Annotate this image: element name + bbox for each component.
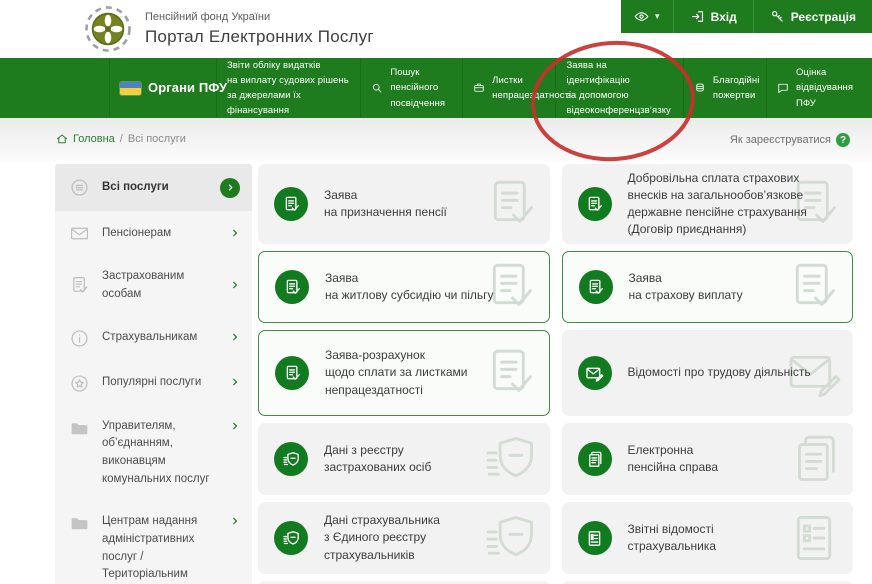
briefcase-icon bbox=[473, 82, 485, 94]
nav-item-visit-rating[interactable]: Оцінка відвідування ПФУ bbox=[767, 58, 872, 118]
card-housing-subsidy-application[interactable]: Заява на житлову субсидію чи пільгу bbox=[258, 251, 550, 323]
chevron-right-icon bbox=[230, 418, 240, 436]
chevron-right-icon bbox=[220, 178, 240, 198]
nav-item-sick-leave[interactable]: Листки непрацездатності bbox=[463, 58, 556, 118]
card-employment-information[interactable]: Відомості про трудову діяльність bbox=[562, 330, 854, 416]
chevron-right-icon bbox=[230, 225, 240, 243]
card-insurer-registry-data[interactable]: Дані страхувальника з Єдиного реєстру ст… bbox=[258, 502, 550, 574]
nav-item-expense-reports[interactable]: Звіти обліку видатків на виплату судових… bbox=[217, 58, 361, 118]
chevron-right-icon bbox=[230, 277, 240, 295]
breadcrumb: Головна / Всі послуги bbox=[56, 133, 186, 145]
document-check-icon bbox=[275, 270, 309, 304]
breadcrumb-bar: Головна / Всі послуги Як зареєструватися… bbox=[0, 118, 872, 162]
document-check-icon bbox=[578, 187, 612, 221]
card-insurer-report-information[interactable]: Звітні відомості страхувальника bbox=[562, 502, 854, 574]
sidebar-item-utility-managers[interactable]: Управителям, об’єднанням, виконавцям ком… bbox=[55, 406, 252, 501]
home-icon bbox=[56, 133, 68, 145]
document-check-icon bbox=[274, 187, 308, 221]
header: Пенсійний фонд України Портал Електронни… bbox=[0, 0, 872, 58]
search-icon bbox=[371, 82, 383, 94]
login-icon bbox=[690, 9, 705, 24]
folder-icon bbox=[69, 418, 90, 439]
breadcrumb-current: Всі послуги bbox=[128, 133, 186, 145]
login-label: Вхід bbox=[711, 10, 737, 24]
donation-icon bbox=[694, 82, 706, 94]
info-circle-icon bbox=[69, 328, 90, 349]
nav-item-pension-certificate-search[interactable]: Пошук пенсійного посвідчення bbox=[361, 58, 463, 118]
chevron-right-icon bbox=[230, 374, 240, 392]
card-insured-persons-registry-data[interactable]: Дані з реєстру застрахованих осіб bbox=[258, 423, 550, 495]
how-to-register-link[interactable]: Як зареєструватися ? bbox=[730, 133, 850, 147]
chevron-right-icon bbox=[230, 513, 240, 531]
document-check-icon bbox=[275, 356, 309, 390]
shield-icon bbox=[274, 442, 308, 476]
org-name: Пенсійний фонд України bbox=[145, 11, 270, 23]
card-electronic-pension-file[interactable]: Електронна пенсійна справа bbox=[562, 423, 854, 495]
sidebar-item-pensioners[interactable]: Пенсіонерам bbox=[55, 211, 252, 256]
sidebar-item-insured-persons[interactable]: Застрахованим особам bbox=[55, 256, 252, 316]
document-stack-icon bbox=[578, 442, 612, 476]
document-check-icon bbox=[69, 275, 90, 296]
nav-item-video-identification[interactable]: Заява на ідентифікацію за допомогою віде… bbox=[556, 58, 683, 118]
eye-icon bbox=[634, 9, 649, 24]
card-sick-leave-calculation[interactable]: Заява-розрахунок щодо сплати за листками… bbox=[258, 330, 550, 416]
document-check-watermark-icon bbox=[482, 175, 540, 233]
chevron-right-icon bbox=[230, 329, 240, 347]
shield-icon bbox=[274, 521, 308, 555]
sidebar-item-insurers[interactable]: Страхувальникам bbox=[55, 316, 252, 361]
main-nav: Органи ПФУ Звіти обліку видатків на випл… bbox=[0, 58, 872, 118]
nav-spacer bbox=[0, 58, 110, 118]
card-pension-application[interactable]: Заява на призначення пенсії bbox=[258, 164, 550, 244]
register-label: Реєстрація bbox=[791, 10, 856, 24]
document-list-icon bbox=[578, 521, 612, 555]
document-check-icon bbox=[579, 270, 613, 304]
document-stack-watermark-icon bbox=[785, 430, 843, 488]
chevron-down-icon: ▾ bbox=[655, 12, 660, 21]
breadcrumb-separator: / bbox=[120, 133, 123, 145]
card-voluntary-insurance-payment[interactable]: Добровільна сплата страхових внесків на … bbox=[562, 164, 854, 244]
mail-edit-icon bbox=[578, 356, 612, 390]
folder-icon bbox=[69, 513, 90, 534]
card-insurance-payout-application[interactable]: Заява на страхову виплату bbox=[562, 251, 854, 323]
sidebar-item-admin-service-centers[interactable]: Центрам надання адміністративних послуг … bbox=[55, 501, 252, 584]
sidebar-item-all-services[interactable]: Всі послуги bbox=[55, 164, 252, 211]
question-icon: ? bbox=[836, 133, 850, 147]
document-list-watermark-icon bbox=[785, 509, 843, 567]
pension-fund-portal-page: Пенсійний фонд України Портал Електронни… bbox=[0, 0, 872, 584]
shield-watermark-icon bbox=[482, 509, 540, 567]
register-button[interactable]: Реєстрація bbox=[753, 0, 872, 33]
envelope-icon bbox=[69, 223, 90, 244]
login-button[interactable]: Вхід bbox=[673, 0, 753, 33]
star-circle-icon bbox=[69, 373, 90, 394]
how-to-register-label: Як зареєструватися bbox=[730, 134, 831, 146]
list-circle-icon bbox=[69, 177, 90, 198]
pension-fund-logo bbox=[84, 5, 132, 53]
document-check-watermark-icon bbox=[784, 258, 842, 316]
nav-item-charity-donations[interactable]: Благодійні пожертви bbox=[684, 58, 767, 118]
page-title: Портал Електронних Послуг bbox=[145, 27, 374, 47]
accessibility-dropdown[interactable]: ▾ bbox=[621, 0, 673, 33]
nav-item-pfu-bodies[interactable]: Органи ПФУ bbox=[110, 58, 217, 118]
sidebar: Всі послуги Пенсіонерам Застрахованим ос… bbox=[55, 164, 252, 584]
breadcrumb-home-link[interactable]: Головна bbox=[73, 133, 115, 145]
services-grid: Заява на призначення пенсії Добровільна … bbox=[258, 164, 853, 584]
key-icon bbox=[770, 9, 785, 24]
topbar: ▾ Вхід Реєстрація bbox=[621, 0, 872, 33]
sidebar-item-popular-services[interactable]: Популярні послуги bbox=[55, 361, 252, 406]
document-check-watermark-icon bbox=[481, 344, 539, 402]
shield-watermark-icon bbox=[482, 430, 540, 488]
chat-icon bbox=[777, 82, 789, 94]
ukraine-flag-icon bbox=[120, 82, 141, 95]
